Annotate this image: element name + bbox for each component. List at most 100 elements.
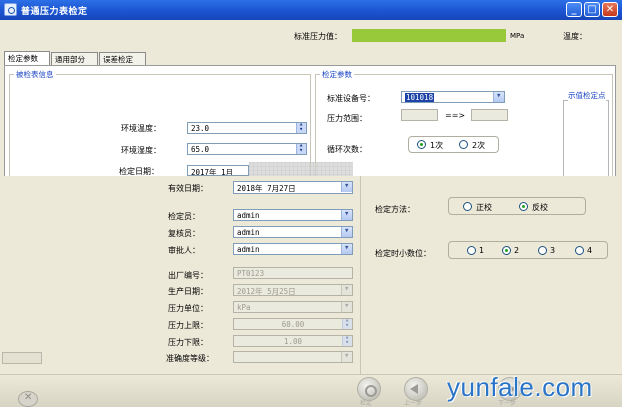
ambient-temp-label: 环境温度： — [121, 124, 161, 133]
ambient-humidity-label: 环境湿度： — [121, 146, 161, 155]
approver-value: admin — [237, 245, 260, 254]
valid-date-input[interactable]: 2018年 7月27日 — [233, 181, 353, 194]
lower-limit-value: 1.00 — [283, 337, 303, 346]
pressure-unit-label: MPa — [510, 32, 525, 40]
method-radio-forward[interactable] — [463, 202, 472, 211]
section-divider — [360, 176, 361, 374]
inspector-select[interactable]: admin — [233, 209, 353, 221]
method-option-reverse: 反校 — [532, 203, 548, 212]
chevron-down-icon[interactable] — [341, 227, 352, 237]
test-date-input[interactable]: 2017年 1月 — [187, 165, 249, 176]
method-radio-group: 正校 反校 — [448, 197, 586, 215]
pressure-unit-select[interactable]: kPa — [233, 301, 353, 313]
reviewer-value: admin — [237, 228, 260, 237]
std-device-label: 标准设备号： — [327, 94, 375, 103]
spinner-icon[interactable] — [342, 336, 352, 346]
decimals-label: 检定时小数位： — [375, 249, 431, 258]
test-button-label: 检定 — [360, 400, 373, 407]
cycles-radio-group: 1次 2次 — [408, 136, 499, 153]
accuracy-select[interactable] — [233, 351, 353, 363]
production-date-label: 生产日期： — [168, 287, 208, 296]
minimize-button[interactable]: _ — [566, 2, 582, 17]
inspected-info-panel: 有效日期： 2018年 7月27日 检定员： admin 复核员： admin … — [50, 176, 622, 374]
method-label: 检定方法： — [375, 205, 415, 214]
upper-limit-input[interactable]: 60.00 — [233, 318, 353, 330]
decimals-option-2: 2 — [514, 246, 520, 255]
lower-limit-input[interactable]: 1.00 — [233, 335, 353, 347]
decimals-option-4: 4 — [587, 246, 593, 255]
cycles-option-1: 1次 — [430, 141, 444, 150]
serial-input[interactable]: PT0123 — [233, 267, 353, 279]
ambient-humidity-value: 65.0 — [191, 145, 210, 154]
decimals-option-3: 3 — [550, 246, 556, 255]
pressure-unit-field-label: 压力单位： — [168, 304, 208, 313]
spinner-icon[interactable] — [296, 144, 306, 154]
upper-limit-value: 60.00 — [281, 320, 305, 329]
cycles-option-2: 2次 — [472, 141, 486, 150]
chevron-down-icon[interactable] — [493, 92, 504, 102]
test-date-value: 2017年 1月 — [191, 168, 234, 176]
maximize-button[interactable]: □ — [584, 2, 600, 17]
decimals-option-1: 1 — [479, 246, 485, 255]
pressure-unit-value: kPa — [237, 303, 251, 312]
range-min-input[interactable] — [401, 109, 438, 121]
close-circle-icon[interactable] — [18, 391, 38, 407]
serial-value: PT0123 — [237, 269, 265, 278]
standard-pressure-display — [352, 29, 506, 42]
app-icon — [4, 3, 17, 16]
decimals-radio-3[interactable] — [538, 246, 547, 255]
valid-date-value: 2018年 7月27日 — [237, 184, 296, 193]
standard-pressure-label: 标准压力值： — [294, 32, 342, 41]
previous-step-button[interactable]: 上一步 — [404, 377, 428, 407]
ambient-humidity-input[interactable]: 65.0 — [187, 143, 307, 155]
left-scroll-area[interactable] — [2, 352, 42, 364]
range-arrow: ==> — [445, 111, 466, 120]
spinner-icon[interactable] — [342, 319, 352, 329]
decimals-radio-group: 1 2 3 4 — [448, 241, 608, 259]
decimals-radio-4[interactable] — [575, 246, 584, 255]
reviewer-select[interactable]: admin — [233, 226, 353, 238]
cycles-radio-1[interactable] — [417, 140, 426, 149]
pressure-range-label: 压力范围： — [327, 114, 367, 123]
window-title: 普通压力表检定 — [21, 7, 88, 17]
reviewer-label: 复核员： — [168, 229, 200, 238]
production-date-input[interactable]: 2012年 5月25日 — [233, 284, 353, 296]
chevron-down-icon[interactable] — [341, 210, 352, 220]
ambient-temp-value: 23.0 — [191, 124, 210, 133]
cycles-label: 循环次数： — [327, 145, 367, 154]
close-button[interactable]: ✕ — [602, 2, 618, 17]
valid-date-label: 有效日期： — [168, 184, 208, 193]
spinner-icon[interactable] — [296, 123, 306, 133]
chevron-down-icon[interactable] — [341, 285, 352, 295]
title-bar: 普通压力表检定 _ □ ✕ — [0, 0, 622, 20]
lower-limit-label: 压力下限： — [168, 338, 208, 347]
previous-step-label: 上一步 — [404, 400, 423, 407]
upper-limit-label: 压力上限： — [168, 321, 208, 330]
method-option-forward: 正校 — [476, 203, 492, 212]
method-radio-reverse[interactable] — [519, 202, 528, 211]
tab-error-test[interactable]: 误差检定 — [99, 52, 146, 66]
std-device-select[interactable]: 101018 — [401, 91, 505, 103]
tab-test-params[interactable]: 检定参数 — [4, 51, 50, 66]
std-device-value: 101018 — [405, 93, 435, 102]
chevron-down-icon[interactable] — [341, 244, 352, 254]
params-group-title: 检定参数 — [320, 69, 354, 80]
production-date-value: 2012年 5月25日 — [237, 287, 296, 296]
accuracy-label: 准确度等级： — [166, 354, 214, 363]
chevron-down-icon[interactable] — [341, 302, 352, 312]
approver-select[interactable]: admin — [233, 243, 353, 255]
tab-panel: 被检表信息 检定参数 环境温度： 23.0 环境湿度： 65.0 检定日期： 2… — [4, 65, 616, 182]
inspector-value: admin — [237, 211, 260, 220]
serial-label: 出厂编号： — [168, 271, 208, 280]
cycles-radio-2[interactable] — [459, 140, 468, 149]
ambient-temp-input[interactable]: 23.0 — [187, 122, 307, 134]
inspector-label: 检定员： — [168, 212, 200, 221]
check-points-list[interactable]: 示值检定点 — [563, 90, 609, 178]
test-button[interactable]: 检定 — [357, 377, 381, 407]
decimals-radio-1[interactable] — [467, 246, 476, 255]
tab-general[interactable]: 通用部分 — [51, 52, 98, 66]
chevron-down-icon[interactable] — [341, 182, 352, 192]
chevron-down-icon[interactable] — [341, 352, 352, 362]
decimals-radio-2[interactable] — [502, 246, 511, 255]
range-max-input[interactable] — [471, 109, 508, 121]
